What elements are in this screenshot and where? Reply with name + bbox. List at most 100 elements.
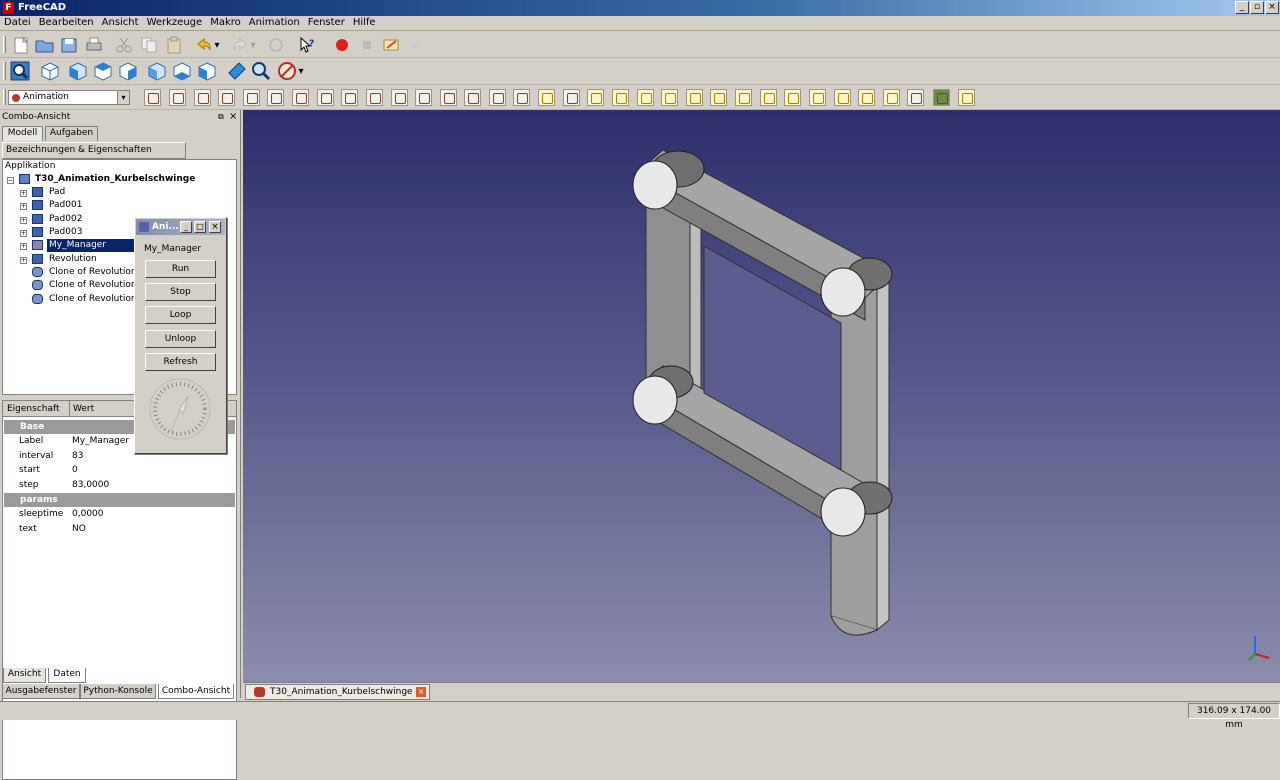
axo-view-icon[interactable] [40,61,60,81]
anim-tool-24-icon[interactable] [710,89,727,106]
tree-item-selected[interactable]: My_Manager [47,239,135,252]
new-icon[interactable] [11,35,31,55]
run-button[interactable]: Run [145,260,216,278]
tree-item[interactable]: Pad [49,186,65,199]
anim-tool-30-icon[interactable] [858,89,875,106]
expand-icon[interactable]: + [20,203,27,210]
zoom-icon[interactable] [251,61,271,81]
anim-tool-6-icon[interactable] [267,89,284,106]
expand-icon[interactable]: + [20,217,27,224]
run-macro-icon[interactable] [406,35,426,55]
right-view-icon[interactable] [118,61,138,81]
rear-view-icon[interactable] [147,61,167,81]
tab-aufgaben[interactable]: Aufgaben [45,126,98,141]
close-icon[interactable]: × [1265,1,1279,14]
redo-dropdown-icon[interactable]: ▾ [248,35,258,55]
menu-fenster[interactable]: Fenster [304,16,349,30]
expand-icon[interactable]: + [20,230,27,237]
header-property[interactable]: Eigenschaft [7,402,60,416]
anim-tool-4-icon[interactable] [218,89,235,106]
toolbar-grip[interactable] [3,36,6,53]
draw-style-dropdown-icon[interactable]: ▾ [296,61,306,81]
left-view-icon[interactable] [197,61,217,81]
open-icon[interactable] [35,35,55,55]
top-view-icon[interactable] [93,61,113,81]
anim-tool-1-icon[interactable] [144,89,161,106]
toolbar-grip[interactable] [3,89,6,105]
tree-item[interactable]: Clone of Revolution0 [49,293,142,306]
property-group-params[interactable]: params [4,493,235,507]
close-panel-icon[interactable]: × [229,111,237,122]
tab-combo-ansicht[interactable]: Combo-Ansicht [158,684,234,699]
anim-tool-12-icon[interactable] [415,89,432,106]
tree-item[interactable]: Pad002 [49,213,82,226]
tree-document[interactable]: T30_Animation_Kurbelschwinge [35,173,195,186]
expand-icon[interactable]: + [20,257,27,264]
anim-tool-5-icon[interactable] [243,89,260,106]
property-value[interactable]: 83,0000 [72,478,109,492]
bottom-view-icon[interactable] [172,61,192,81]
property-value[interactable]: 83 [72,449,83,463]
anim-tool-7-icon[interactable] [292,89,309,106]
anim-tool-11-icon[interactable] [391,89,408,106]
anim-tool-2-icon[interactable] [169,89,186,106]
anim-tool-10-icon[interactable] [366,89,383,106]
tree-item[interactable]: Clone of Revolution [49,266,137,279]
tab-modell[interactable]: Modell [2,126,43,141]
refresh-button[interactable]: Refresh [145,353,216,371]
undo-dropdown-icon[interactable]: ▾ [212,35,222,55]
workbench-selector[interactable]: Animation ▾ [8,90,130,105]
speed-dial[interactable] [147,376,213,442]
anim-tool-9-icon[interactable] [341,89,358,106]
chevron-down-icon[interactable]: ▾ [117,91,129,104]
menu-animation[interactable]: Animation [245,16,304,30]
anim-tool-21-icon[interactable] [637,89,654,106]
anim-tool-33-icon[interactable] [933,89,950,106]
anim-tool-25-icon[interactable] [735,89,752,106]
anim-tool-20-icon[interactable] [612,89,629,106]
minimize-icon[interactable]: _ [180,221,192,233]
refresh-icon[interactable] [266,35,286,55]
front-view-icon[interactable] [68,61,88,81]
menu-makro[interactable]: Makro [206,16,245,30]
fit-all-icon[interactable] [10,61,30,81]
stop-macro-icon[interactable] [357,35,377,55]
unloop-button[interactable]: Unloop [145,330,216,348]
tab-python-konsole[interactable]: Python-Konsole [80,684,156,699]
loop-button[interactable]: Loop [145,306,216,324]
copy-icon[interactable] [139,35,159,55]
anim-tool-16-icon[interactable] [513,89,530,106]
document-tab[interactable]: T30_Animation_Kurbelschwinge : 1* × [245,684,430,711]
3d-viewport[interactable] [243,110,1280,682]
collapse-icon[interactable]: − [7,177,14,184]
expand-icon[interactable]: + [20,190,27,197]
tree-header[interactable]: Bezeichnungen & Eigenschaften [2,142,186,159]
tree-item[interactable]: Pad001 [49,199,82,212]
tab-ansicht[interactable]: Ansicht [3,668,46,683]
no-draw-style-icon[interactable] [277,61,297,81]
anim-tool-13-icon[interactable] [440,89,457,106]
toolbar-grip[interactable] [3,62,6,80]
menu-hilfe[interactable]: Hilfe [349,16,380,30]
minimize-icon[interactable]: _ [1235,1,1249,14]
anim-tool-14-icon[interactable] [464,89,481,106]
close-tab-icon[interactable]: × [416,687,426,697]
cut-icon[interactable] [114,35,134,55]
anim-tool-18-icon[interactable] [563,89,580,106]
stop-button[interactable]: Stop [145,283,216,301]
print-icon[interactable] [84,35,104,55]
tree-item[interactable]: Pad003 [49,226,82,239]
float-panel-icon[interactable]: ⧉ [218,112,224,122]
whats-this-icon[interactable]: ? [297,35,317,55]
maximize-icon[interactable]: □ [194,221,206,233]
property-value[interactable]: My_Manager [72,434,129,448]
menu-bearbeiten[interactable]: Bearbeiten [35,16,98,30]
anim-tool-17-icon[interactable] [538,89,555,106]
anim-tool-34-icon[interactable] [958,89,975,106]
undo-icon[interactable] [194,35,214,55]
anim-tool-31-icon[interactable] [883,89,900,106]
anim-tool-29-icon[interactable] [834,89,851,106]
anim-tool-22-icon[interactable] [661,89,678,106]
anim-tool-28-icon[interactable] [809,89,826,106]
expand-icon[interactable]: + [20,243,27,250]
